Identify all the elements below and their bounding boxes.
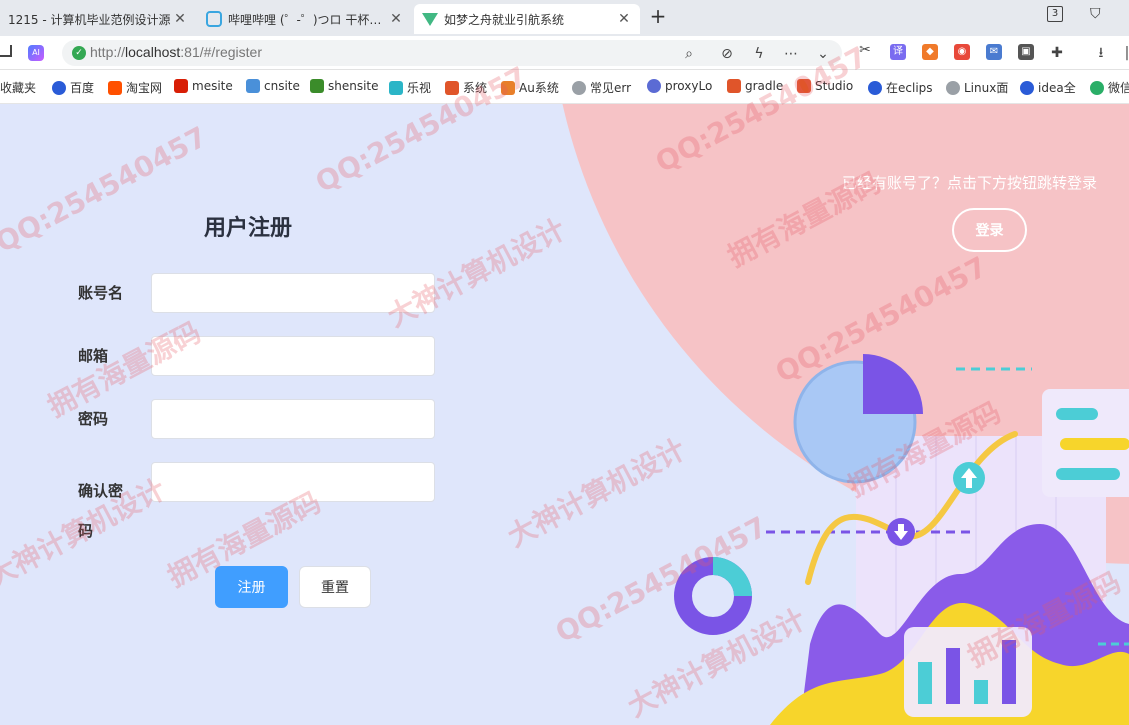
download-icon[interactable]: ⭳ [1092,44,1110,62]
game-icon[interactable]: ◆ [922,44,938,60]
shield-icon[interactable]: ✓ [72,46,86,60]
url-host: localhost [125,44,181,60]
zoom-icon[interactable]: ⌕ [680,45,698,63]
bookmark-item[interactable]: 乐视 [389,79,431,96]
bookmark-item[interactable]: 收藏夹 [0,79,36,96]
close-icon[interactable]: ✕ [172,11,188,27]
bookmark-item[interactable]: Linux面 [946,79,1008,96]
csdn-icon [727,79,741,93]
tab-strip: 1215 - 计算机毕业范例设计源 ✕ 哔哩哔哩 (゜-゜)つロ 干杯~-bil… [0,0,1129,36]
bookmark-item[interactable]: 百度 [52,79,94,96]
password-input[interactable] [151,399,435,439]
site-icon [501,80,515,95]
page-title: 用户注册 [204,216,293,241]
bookmark-item[interactable]: 系统 [445,79,487,96]
mail-icon[interactable]: ✉ [986,44,1002,60]
csdn-icon [445,80,459,95]
login-prompt: 已经有账号了？点击下方按钮跳转登录 [842,174,1098,192]
bar-chart-card [904,627,1032,717]
bookmark-item[interactable]: gradle [727,79,785,93]
paw-icon [868,80,882,95]
email-input[interactable] [151,336,435,376]
password-label: 密码 [78,410,109,428]
proxy-icon [647,79,661,93]
extensions-icon[interactable]: ✚ [1048,44,1066,62]
register-button[interactable]: 注册 [215,566,288,608]
bookmark-item[interactable]: proxyLo [647,79,713,93]
csdn-icon [797,79,811,93]
confirm-password-label: 确认密码 [78,482,124,540]
login-button[interactable]: 登录 [952,208,1027,252]
translate-icon[interactable]: 译 [890,44,906,60]
bookmark-item[interactable]: 淘宝网 [108,79,162,96]
bookmarks-bar: 收藏夹 百度 淘宝网 mesite cnsite shensite 乐视 系统 … [0,70,1129,104]
close-icon[interactable]: ✕ [616,11,632,27]
weibo-icon[interactable]: ◉ [954,44,970,60]
register-page: 用户注册 账号名 邮箱 密码 确认密码 注册 重置 已经有账号了？点击下方按钮跳… [0,104,1129,725]
site-icon [174,79,188,93]
username-input[interactable] [151,273,435,313]
ai-assistant-icon[interactable]: AI [28,45,44,61]
tv-icon [389,80,403,95]
reader-icon[interactable]: ▣ [1018,44,1034,60]
bookmark-item[interactable]: Au系统 [501,79,559,96]
menu-icon[interactable]: | [1118,44,1129,62]
bookmark-item[interactable]: mesite [174,79,233,93]
scissors-icon[interactable]: ✂ [856,41,874,59]
bookmark-item[interactable]: cnsite [246,79,300,93]
reset-button[interactable]: 重置 [299,566,371,608]
bookmark-item[interactable]: Studio [797,79,855,93]
confirm-password-input[interactable] [151,462,435,502]
bilibili-icon [206,11,222,27]
globe-icon [572,80,586,95]
url-prefix: http:// [90,44,126,60]
tab-design-source[interactable]: 1215 - 计算机毕业范例设计源 ✕ [0,4,196,34]
tab-title: 哔哩哔哩 (゜-゜)つロ 干杯~-bilibili [228,12,388,27]
wechat-icon [1090,80,1104,95]
tab-count-badge[interactable]: 3 [1047,6,1063,22]
bookmark-item[interactable]: 微信 [1090,79,1129,96]
donut-chart-icon [674,557,752,635]
bookmark-item[interactable]: 在eclips [868,79,932,96]
site-icon [246,79,260,93]
side-cards [1042,389,1129,497]
site-icon [310,79,324,93]
shirt-icon[interactable]: ⛉ [1090,6,1106,22]
close-icon[interactable]: ✕ [388,11,404,27]
bookmark-item[interactable]: shensite [310,79,379,93]
analytics-illustration [674,354,1129,725]
compass-icon[interactable]: ⊘ [718,45,736,63]
tab-active-system[interactable]: 如梦之舟就业引航系统 ✕ [414,4,640,34]
paw-icon [52,80,66,95]
tab-title: 如梦之舟就业引航系统 [444,12,565,27]
url-text[interactable]: http://localhost:81/#/register [90,44,262,60]
bookmark-item[interactable]: idea全 [1020,79,1078,96]
taobao-icon [108,80,122,95]
url-field[interactable]: ✓ http://localhost:81/#/register ⌕ ⊘ ϟ ⋯… [62,40,842,66]
email-label: 邮箱 [78,347,109,365]
new-tab-button[interactable]: + [646,4,670,28]
home-icon[interactable] [0,45,12,57]
username-label: 账号名 [78,284,124,302]
arrow-down-icon [887,518,915,546]
more-icon[interactable]: ⋯ [782,45,800,63]
paw-icon [1020,80,1034,95]
url-rest: :81/#/register [180,44,263,60]
arrow-up-icon [953,462,985,494]
chevron-down-icon[interactable]: ⌄ [814,45,832,63]
tab-bilibili[interactable]: 哔哩哔哩 (゜-゜)つロ 干杯~-bilibili ✕ [198,4,412,34]
bookmark-item[interactable]: 常见err [572,79,634,96]
address-bar: AI ✓ http://localhost:81/#/register ⌕ ⊘ … [0,36,1129,70]
tab-title: 1215 - 计算机毕业范例设计源 [8,12,171,27]
globe-icon [946,80,960,95]
lightning-icon[interactable]: ϟ [750,45,768,63]
vue-icon [422,12,438,26]
